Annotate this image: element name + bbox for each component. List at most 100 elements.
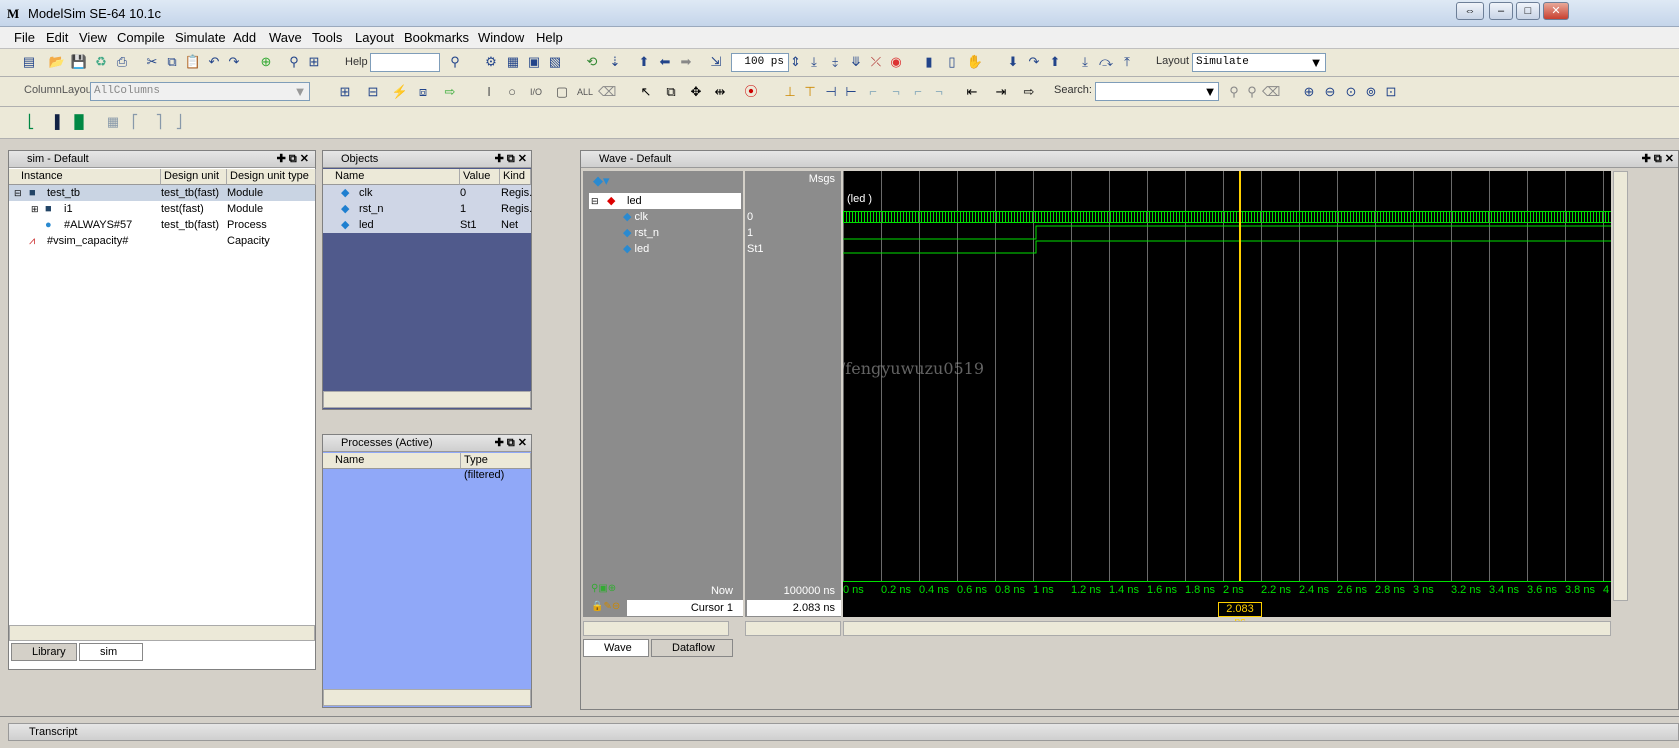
cursor-lock-icons[interactable]: 🔒✎⊖ xyxy=(591,601,620,612)
menu-bookmarks[interactable]: Bookmarks xyxy=(404,30,469,45)
pan-mode-icon[interactable]: ✥ xyxy=(687,83,705,101)
collapse-icon[interactable]: ⊟ xyxy=(14,185,22,201)
cut-icon[interactable]: ✂ xyxy=(143,53,161,71)
wave-format-2-icon[interactable]: ▐ xyxy=(46,113,64,131)
find-next-icon[interactable]: ⇥ xyxy=(992,83,1010,101)
values-scrollbar[interactable] xyxy=(745,621,841,636)
hand-icon[interactable]: ✋ xyxy=(966,53,984,71)
find-prev-icon[interactable]: ⇤ xyxy=(963,83,981,101)
wave-format-6-icon[interactable]: ⎤ xyxy=(150,113,168,131)
sim-col-design-unit-type[interactable]: Design unit type xyxy=(227,169,316,185)
processes-col-type[interactable]: Type (filtered) xyxy=(461,453,531,481)
next-edge-icon[interactable]: ⊢ xyxy=(842,83,860,101)
tab-dataflow[interactable]: Dataflow xyxy=(651,639,733,657)
now-icons[interactable]: ⚲▣⊕ xyxy=(591,583,616,594)
zoom-cursor-icon[interactable]: ⊚ xyxy=(1362,83,1380,101)
break-icon[interactable]: ▧ xyxy=(546,53,564,71)
wave-horizontal-scrollbar[interactable] xyxy=(843,621,1611,636)
run-all-icon[interactable]: ⤋ xyxy=(847,53,865,71)
wave-format-7-icon[interactable]: ⎦ xyxy=(170,113,188,131)
menu-tools[interactable]: Tools xyxy=(312,30,342,45)
wave-signal-row[interactable]: ◆ clk xyxy=(623,209,648,225)
wave-vertical-scrollbar[interactable] xyxy=(1613,171,1628,601)
wave-group-row[interactable]: ⊟ ◆ led xyxy=(589,193,741,209)
zoom-out-icon[interactable]: ⊖ xyxy=(1321,83,1339,101)
sim-col-design-unit[interactable]: Design unit xyxy=(161,169,227,185)
table-row[interactable]: ⩘ #vsim_capacity# Capacity xyxy=(9,233,315,249)
run-icon[interactable]: ⤓ xyxy=(805,53,823,71)
forward-arrow-icon[interactable]: ➡ xyxy=(677,53,695,71)
prev-edge-icon[interactable]: ⊣ xyxy=(822,83,840,101)
wave-add-5-icon[interactable]: ⇨ xyxy=(441,83,459,101)
traffic-light-icon[interactable]: ⦿ xyxy=(742,83,760,101)
menu-layout[interactable]: Layout xyxy=(355,30,394,45)
tab-library[interactable]: Library xyxy=(11,643,77,661)
column-layout-dropdown-icon[interactable]: ▼ xyxy=(292,83,308,101)
run-length-spinner-icon[interactable]: ⇕ xyxy=(790,53,801,71)
search-dropdown-icon[interactable]: ▼ xyxy=(1202,83,1218,101)
tab-sim[interactable]: sim xyxy=(79,643,143,661)
wave-signal-row[interactable]: ◆ rst_n xyxy=(623,225,659,241)
format-box-icon[interactable]: ▢ xyxy=(553,83,571,101)
format-i-icon[interactable]: I xyxy=(480,83,498,101)
wave-add-icon[interactable]: ⊞ xyxy=(336,83,354,101)
help-input[interactable] xyxy=(370,53,440,72)
maximize-button[interactable]: □ xyxy=(1516,2,1540,20)
save-icon[interactable]: 💾 xyxy=(70,53,88,71)
wave-format-5-icon[interactable]: ⎡ xyxy=(126,113,144,131)
restart-icon[interactable]: ⟲ xyxy=(583,53,601,71)
up-arrow-icon[interactable]: ⬆ xyxy=(635,53,653,71)
menu-wave[interactable]: Wave xyxy=(269,30,302,45)
menu-file[interactable]: File xyxy=(14,30,35,45)
wave-format-1-icon[interactable]: ⎣ xyxy=(22,113,40,131)
table-row[interactable]: ⊞ ■ i1 test(fast) Module xyxy=(9,201,315,217)
help-search-icon[interactable]: ⚲ xyxy=(446,53,464,71)
layout-dropdown-icon[interactable]: ▼ xyxy=(1308,54,1324,72)
tab-wave[interactable]: Wave xyxy=(583,639,649,657)
cursor-add-icon[interactable]: ⊥ xyxy=(781,83,799,101)
stop-icon[interactable]: ◉ xyxy=(887,53,905,71)
collapse-icon[interactable]: ⊟ xyxy=(591,193,599,209)
step-out-icon[interactable]: ⬆ xyxy=(1046,53,1064,71)
table-row[interactable]: ◆ rst_n 1 Regis. xyxy=(323,201,532,217)
format-all-icon[interactable]: ALL xyxy=(576,83,594,101)
panel-controls-icon[interactable]: ✚ ⧉ ✕ xyxy=(277,151,309,167)
zoom-range-icon[interactable]: ⊡ xyxy=(1382,83,1400,101)
cursor-label[interactable]: Cursor 1 xyxy=(627,600,743,616)
processes-col-name[interactable]: Name xyxy=(323,453,461,469)
objects-col-kind[interactable]: Kind xyxy=(500,169,531,185)
column-layout-select[interactable]: AllColumns xyxy=(90,82,310,101)
wave-add-3-icon[interactable]: ⚡ xyxy=(391,83,409,101)
menu-view[interactable]: View xyxy=(79,30,107,45)
open-folder-icon[interactable]: 📂 xyxy=(48,53,66,71)
cursor-time-marker[interactable]: 2.083 ns xyxy=(1218,602,1262,628)
minimize-button[interactable]: – xyxy=(1489,2,1513,20)
memory-icon[interactable]: ▯ xyxy=(943,53,961,71)
print-icon[interactable]: ⎙ xyxy=(113,53,131,71)
menu-compile[interactable]: Compile xyxy=(117,30,165,45)
new-file-icon[interactable]: ▤ xyxy=(20,53,38,71)
table-row[interactable]: ⊟ ■ test_tb test_tb(fast) Module xyxy=(9,185,315,201)
redo-icon[interactable]: ↷ xyxy=(225,53,243,71)
horizontal-scrollbar[interactable] xyxy=(9,625,315,641)
transcript-header[interactable]: Transcript xyxy=(8,723,1679,741)
menu-help[interactable]: Help xyxy=(536,30,563,45)
run-length-icon[interactable]: ⇲ xyxy=(707,53,725,71)
edge-3-icon[interactable]: ⌐ xyxy=(909,83,927,101)
edge-4-icon[interactable]: ¬ xyxy=(930,83,948,101)
undo-icon[interactable]: ↶ xyxy=(205,53,223,71)
objects-col-value[interactable]: Value xyxy=(460,169,500,185)
menu-add[interactable]: Add xyxy=(233,30,256,45)
edge-2-icon[interactable]: ¬ xyxy=(887,83,905,101)
wave-canvas[interactable]: (led ) http://blog.csdn.net/fengyuwuzu05… xyxy=(843,171,1611,611)
zoom-in-icon[interactable]: ⊕ xyxy=(1300,83,1318,101)
close-button[interactable]: ✕ xyxy=(1543,2,1569,20)
menu-window[interactable]: Window xyxy=(478,30,524,45)
paste-icon[interactable]: 📋 xyxy=(184,53,202,71)
compile-all-icon[interactable]: ▦ xyxy=(504,53,522,71)
names-scrollbar[interactable] xyxy=(583,621,729,636)
wave-format-4-icon[interactable]: ▦ xyxy=(104,113,122,131)
sim-col-instance[interactable]: Instance xyxy=(9,169,161,185)
simulate-icon[interactable]: ▣ xyxy=(525,53,543,71)
back-arrow-icon[interactable]: ⬅ xyxy=(656,53,674,71)
